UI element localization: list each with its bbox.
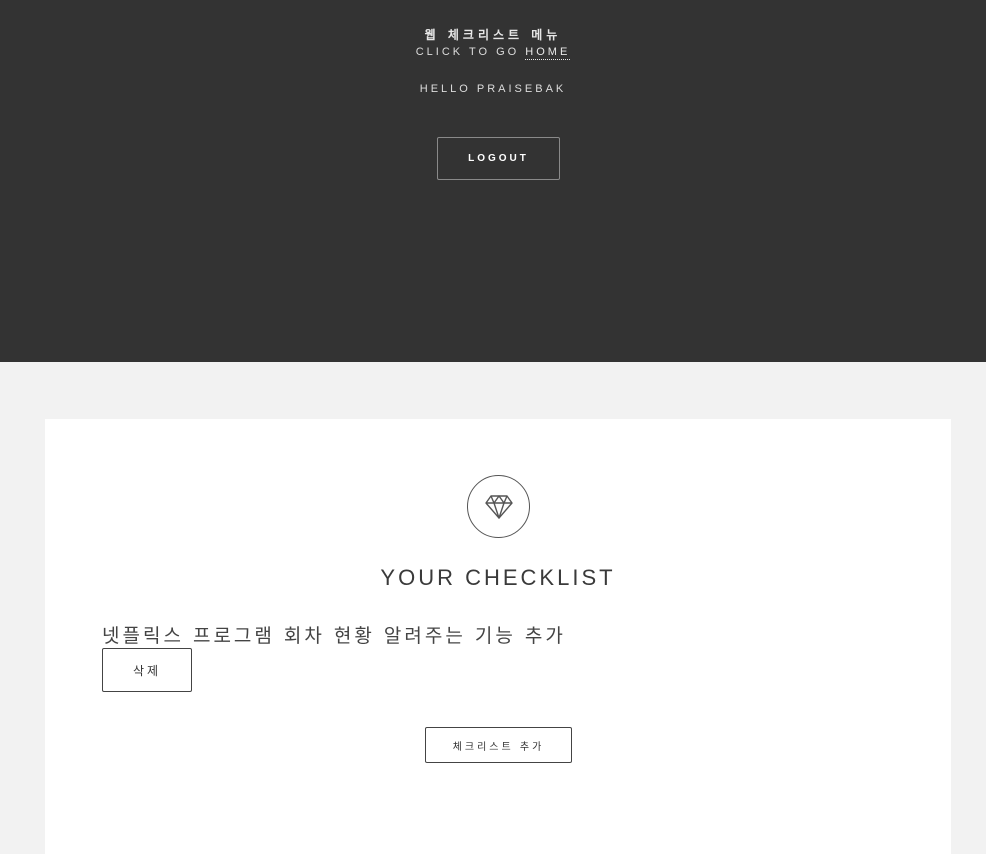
- home-line: CLICK TO GO HOME: [0, 46, 986, 60]
- page-title: YOUR CHECKLIST: [380, 565, 616, 590]
- delete-button[interactable]: 삭제: [102, 648, 192, 692]
- greeting: HELLO PRAISEBAK: [419, 83, 567, 95]
- diamond-icon: [467, 475, 530, 538]
- checklist-card: YOUR CHECKLIST 넷플릭스 프로그램 회차 현황 알려주는 기능 추…: [45, 419, 951, 854]
- diamond-icon-svg: [484, 494, 513, 519]
- logout-button[interactable]: LOGOUT: [437, 137, 560, 180]
- home-prefix: CLICK TO GO: [415, 46, 526, 58]
- checklist-item-text: 넷플릭스 프로그램 회차 현황 알려주는 기능 추가: [102, 625, 566, 647]
- add-checklist-button[interactable]: 체크리스트 추가: [425, 727, 572, 763]
- menu-title: 웹 체크리스트 메뉴: [424, 28, 562, 42]
- header: 웹 체크리스트 메뉴 CLICK TO GO HOME HELLO PRAISE…: [0, 0, 986, 362]
- home-link[interactable]: HOME: [525, 46, 571, 60]
